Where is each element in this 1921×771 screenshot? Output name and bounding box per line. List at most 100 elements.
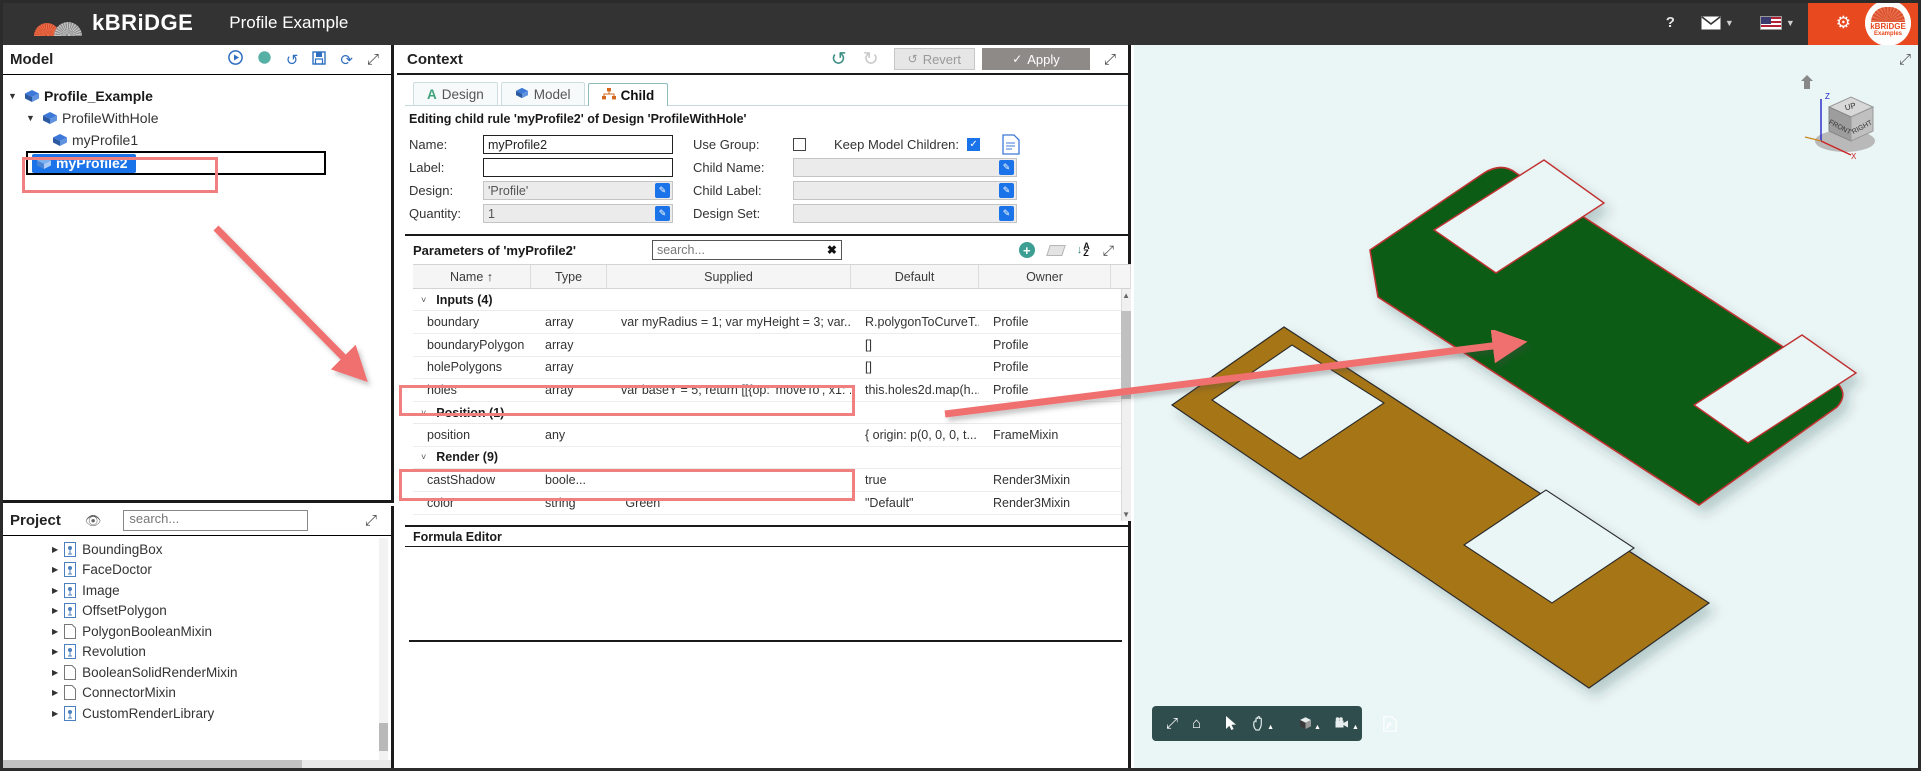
column-owner[interactable]: Owner xyxy=(979,265,1111,289)
history-icon[interactable]: ↺ xyxy=(286,51,299,69)
shading-cube-icon[interactable]: ▲ xyxy=(1292,716,1327,731)
mail-icon[interactable]: ▼ xyxy=(1688,0,1747,45)
edit-pencil-icon[interactable]: ✎ xyxy=(999,160,1014,176)
label-input[interactable] xyxy=(483,158,673,178)
caret-right-icon[interactable]: ▶ xyxy=(52,668,58,677)
child-name-input[interactable]: ✎ xyxy=(793,158,1017,178)
edit-pencil-icon[interactable]: ✎ xyxy=(999,206,1014,222)
caret-right-icon[interactable]: ▶ xyxy=(52,688,58,697)
table-row[interactable]: holePolygons array [] Profile xyxy=(413,357,1131,380)
caret-right-icon[interactable]: ▶ xyxy=(52,647,58,656)
child-label-input[interactable]: ✎ xyxy=(793,181,1017,201)
caret-right-icon[interactable]: ▶ xyxy=(52,565,58,574)
parameters-search-input[interactable]: search... ✖ xyxy=(651,240,842,260)
expand-icon[interactable]: ⤢ xyxy=(1104,51,1116,68)
table-row[interactable]: castShadow boole... true Render3Mixin xyxy=(413,469,1131,492)
tree-item-profile-example[interactable]: ▼ Profile_Example xyxy=(8,85,391,107)
group-render[interactable]: ˅ Render (9) xyxy=(413,447,1131,469)
scroll-down-icon[interactable]: ▼ xyxy=(1122,510,1130,519)
apply-button[interactable]: ✓ Apply xyxy=(981,48,1090,70)
quantity-input[interactable]: 1 ✎ xyxy=(483,204,673,224)
list-item[interactable]: ▶ FaceDoctor xyxy=(0,560,391,581)
app-logo[interactable]: kBRiDGE xyxy=(0,10,193,36)
project-list[interactable]: ▶ BoundingBox ▶ FaceDoctor ▶ Image ▶ OffsetP… xyxy=(0,536,391,769)
tab-model[interactable]: Model xyxy=(500,82,585,105)
tab-child[interactable]: Child xyxy=(587,83,669,106)
undo-icon[interactable]: ↺ xyxy=(823,48,855,71)
caret-down-icon[interactable]: ▲ xyxy=(1352,724,1359,731)
edit-pencil-icon[interactable]: ✎ xyxy=(655,206,670,222)
examples-badge[interactable]: kBRiDGE Examples xyxy=(1865,0,1911,46)
gear-icon[interactable]: ⚙ xyxy=(1822,13,1865,33)
list-item[interactable]: ▶ BooleanSolidRenderMixin xyxy=(0,662,391,683)
column-name[interactable]: Name ↑ xyxy=(413,265,531,289)
caret-down-icon[interactable]: ˅ xyxy=(421,408,426,418)
table-row[interactable]: boundaryPolygon array [] Profile xyxy=(413,334,1131,357)
select-cursor-icon[interactable] xyxy=(1219,716,1244,731)
design-set-input[interactable]: ✎ xyxy=(793,204,1017,224)
list-item[interactable]: ▶ PolygonBooleanMixin xyxy=(0,621,391,642)
caret-down-icon[interactable]: ˅ xyxy=(421,452,426,462)
list-item[interactable]: ▶ ConnectorMixin xyxy=(0,683,391,704)
tree-item-myprofile1[interactable]: myProfile1 xyxy=(8,129,391,151)
save-icon[interactable] xyxy=(312,50,327,69)
expand-icon[interactable]: ⤢ xyxy=(367,51,379,68)
scroll-up-icon[interactable]: ▲ xyxy=(1122,291,1130,300)
list-item[interactable]: ▶ OffsetPolygon xyxy=(0,601,391,622)
caret-right-icon[interactable]: ▶ xyxy=(52,709,58,718)
refresh-icon[interactable]: ⟳ xyxy=(340,51,353,69)
column-type[interactable]: Type xyxy=(531,265,607,289)
caret-down-icon[interactable]: ▼ xyxy=(8,91,24,101)
language-selector[interactable]: ▼ xyxy=(1747,0,1808,45)
document-icon[interactable] xyxy=(1002,134,1020,155)
table-row[interactable]: holes array var baseY = 5; return [[{op:… xyxy=(413,379,1131,403)
viewport-3d[interactable]: ⤢ UP FRONT RIGHT Z X ⤢ ⌂ ▲ ▲ ▲ xyxy=(1134,45,1921,771)
tree-item-profilewithhole[interactable]: ▼ ProfileWithHole xyxy=(8,107,391,129)
table-row[interactable]: position any { origin: p(0, 0, 0, t... F… xyxy=(413,424,1131,447)
edit-pencil-icon[interactable]: ✎ xyxy=(655,183,670,199)
expand-icon[interactable]: ⤢ xyxy=(1103,242,1114,259)
design-input[interactable]: 'Profile' ✎ xyxy=(483,181,673,201)
project-hscroll-thumb[interactable] xyxy=(2,760,302,769)
pan-hand-icon[interactable]: ▲ xyxy=(1246,716,1280,731)
formula-editor-body[interactable] xyxy=(409,547,1122,642)
table-body[interactable]: ˅ Inputs (4) boundary array var myRadius … xyxy=(413,289,1131,521)
table-scroll-thumb[interactable] xyxy=(1121,311,1131,399)
column-default[interactable]: Default xyxy=(851,265,979,289)
tree-item-myprofile2[interactable]: myProfile2 xyxy=(26,151,326,175)
caret-down-icon[interactable]: ▼ xyxy=(26,113,42,123)
group-inputs[interactable]: ˅ Inputs (4) xyxy=(413,289,1131,311)
list-item[interactable]: ▶ Revolution xyxy=(0,642,391,663)
run-icon[interactable] xyxy=(227,50,243,69)
revert-button[interactable]: ↺ Revert xyxy=(893,48,975,70)
group-position[interactable]: ˅ Position (1) xyxy=(413,402,1131,425)
caret-down-icon[interactable]: ▲ xyxy=(1267,724,1274,731)
keep-model-children-checkbox[interactable]: ✓ xyxy=(967,138,981,152)
list-item[interactable]: ▶ Image xyxy=(0,580,391,601)
table-row[interactable]: color string "Green" "Default" Render3Mi… xyxy=(413,492,1131,515)
project-search-input[interactable]: search... xyxy=(123,510,309,531)
column-supplied[interactable]: Supplied xyxy=(607,265,851,289)
caret-down-icon[interactable]: ˅ xyxy=(421,295,426,305)
list-item[interactable]: ▶ CustomRenderLibrary xyxy=(0,703,391,724)
name-input[interactable]: myProfile2 xyxy=(483,135,673,155)
use-group-checkbox[interactable] xyxy=(793,138,806,152)
eraser-icon[interactable] xyxy=(1046,244,1066,256)
tree-item-selected[interactable]: myProfile2 xyxy=(32,153,136,173)
caret-right-icon[interactable]: ▶ xyxy=(52,545,58,554)
tab-design[interactable]: A Design xyxy=(413,82,498,105)
table-row[interactable]: boundary array var myRadius = 1; var myH… xyxy=(413,311,1131,334)
edit-pencil-icon[interactable]: ✎ xyxy=(999,183,1014,199)
project-hscrollbar[interactable] xyxy=(0,760,391,769)
help-icon[interactable]: ? xyxy=(1653,0,1688,45)
project-scroll-thumb[interactable] xyxy=(379,723,388,751)
eye-slash-icon[interactable]: 👁 xyxy=(85,513,102,529)
caret-right-icon[interactable]: ▶ xyxy=(52,586,58,595)
caret-down-icon[interactable]: ▲ xyxy=(1314,724,1321,731)
caret-right-icon[interactable]: ▶ xyxy=(52,606,58,615)
fit-view-icon[interactable]: ⤢ xyxy=(1160,715,1184,732)
export-pdf-icon[interactable] xyxy=(1377,715,1403,732)
status-dot-icon[interactable] xyxy=(257,50,272,69)
home-view-icon[interactable]: ⌂ xyxy=(1186,715,1207,732)
sort-az-icon[interactable]: ↓ A Z xyxy=(1077,242,1090,258)
